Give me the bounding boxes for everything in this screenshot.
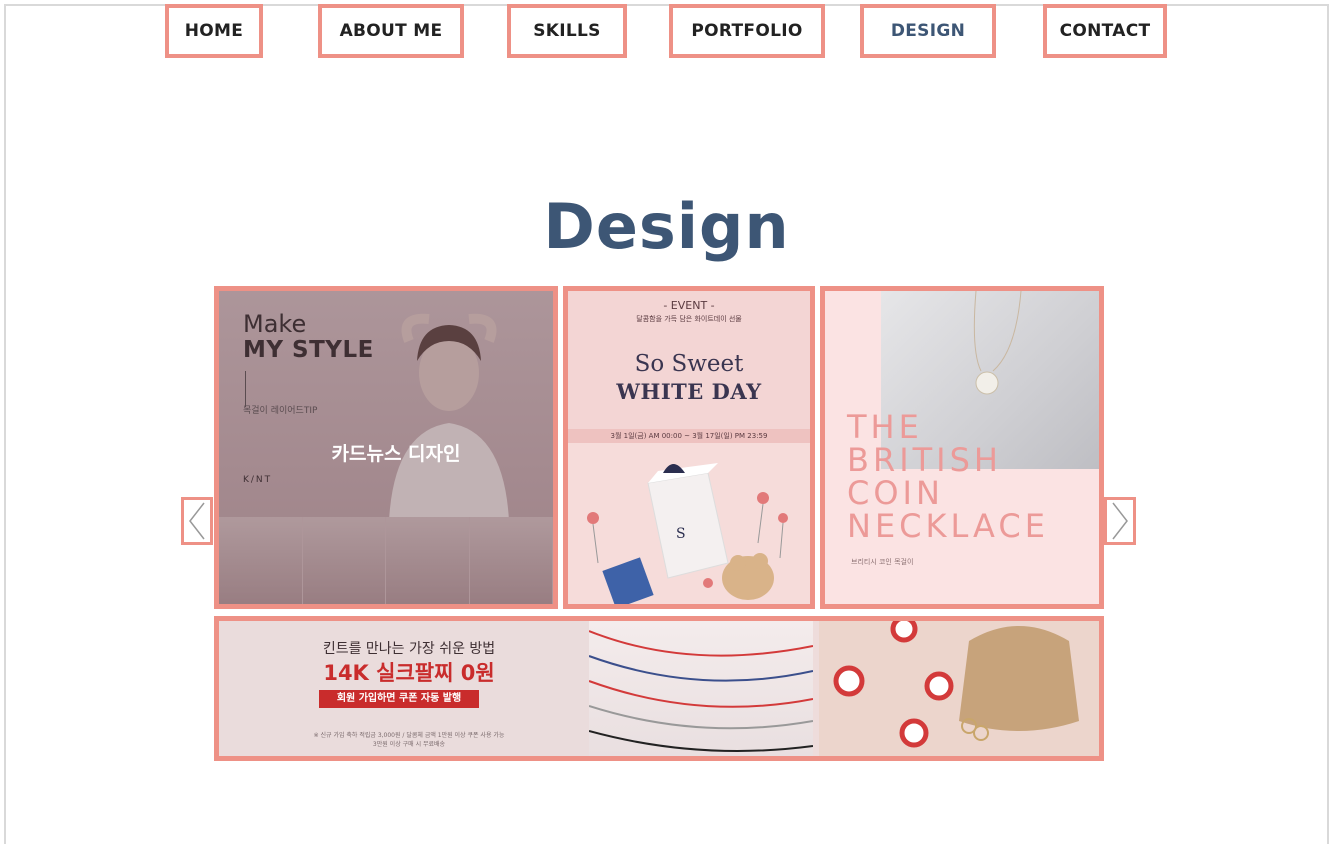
event-date: 3월 1일(금) AM 00:00 ~ 3월 17일(일) PM 23:59: [568, 429, 810, 443]
nav-about-me[interactable]: ABOUT ME: [318, 4, 464, 58]
nav-skills[interactable]: SKILLS: [507, 4, 627, 58]
chevron-left-icon: [189, 502, 205, 540]
design-card-cardnews[interactable]: Make MY STYLE 목걸이 레이어드TIP K/NT 카드뉴스 디자인: [214, 286, 558, 609]
necklace-word: THE: [847, 408, 923, 446]
svg-text:S: S: [676, 526, 686, 542]
design-card-whiteday[interactable]: - EVENT - 달콤함을 가득 담은 화이트데이 선물 So Sweet W…: [563, 286, 815, 609]
main-nav: HOME ABOUT ME SKILLS PORTFOLIO DESIGN CO…: [0, 4, 1333, 58]
coupon-button: 회원 가입하면 쿠폰 자동 발행: [319, 690, 479, 708]
sweet-heading: So Sweet: [634, 351, 744, 377]
nav-design[interactable]: DESIGN: [860, 4, 996, 58]
card1-caption: 카드뉴스 디자인: [331, 443, 461, 465]
card1-tip: 목걸이 레이어드TIP: [243, 406, 318, 416]
event-label: - EVENT -: [663, 299, 715, 312]
gift-illustration: S: [568, 443, 810, 604]
nav-contact[interactable]: CONTACT: [1043, 4, 1167, 58]
next-button[interactable]: [1104, 497, 1136, 545]
nav-home[interactable]: HOME: [165, 4, 263, 58]
design-card-necklace[interactable]: THE BRITISH COIN NECKLACE 브리티시 코인 목걸이: [820, 286, 1104, 609]
event-subtitle: 달콤함을 가득 담은 화이트데이 선물: [636, 315, 742, 323]
banner-offer: 14K 실크팔찌 0원: [323, 661, 495, 685]
nav-portfolio[interactable]: PORTFOLIO: [669, 4, 825, 58]
card1-heading: Make MY STYLE: [243, 310, 374, 363]
whiteday-heading: WHITE DAY: [616, 379, 762, 404]
candy-photo: [819, 621, 1099, 756]
brand-logo: K/NT: [243, 475, 273, 485]
banner-fine-print: ※ 신규 가입 축하 적립금 3,000원 / 달콤체 금액 1만원 이상 쿠폰…: [313, 732, 505, 748]
banner-headline: 킨트를 만나는 가장 쉬운 방법: [322, 641, 496, 657]
bracelet-illustration: [588, 630, 814, 752]
section-title: Design: [543, 190, 790, 263]
candy-illustration: [833, 621, 1079, 748]
prev-button[interactable]: [181, 497, 213, 545]
chevron-right-icon: [1112, 502, 1128, 540]
necklace-word: COIN: [847, 474, 944, 512]
design-card-banner[interactable]: 킨트를 만나는 가장 쉬운 방법 14K 실크팔찌 0원 회원 가입하면 쿠폰 …: [214, 616, 1104, 761]
divider: [245, 371, 246, 407]
necklace-word: BRITISH: [847, 441, 1002, 479]
bracelet-photo: [588, 621, 814, 756]
necklace-subtitle: 브리티시 코인 목걸이: [851, 558, 914, 566]
necklace-word: NECKLACE: [847, 507, 1049, 545]
